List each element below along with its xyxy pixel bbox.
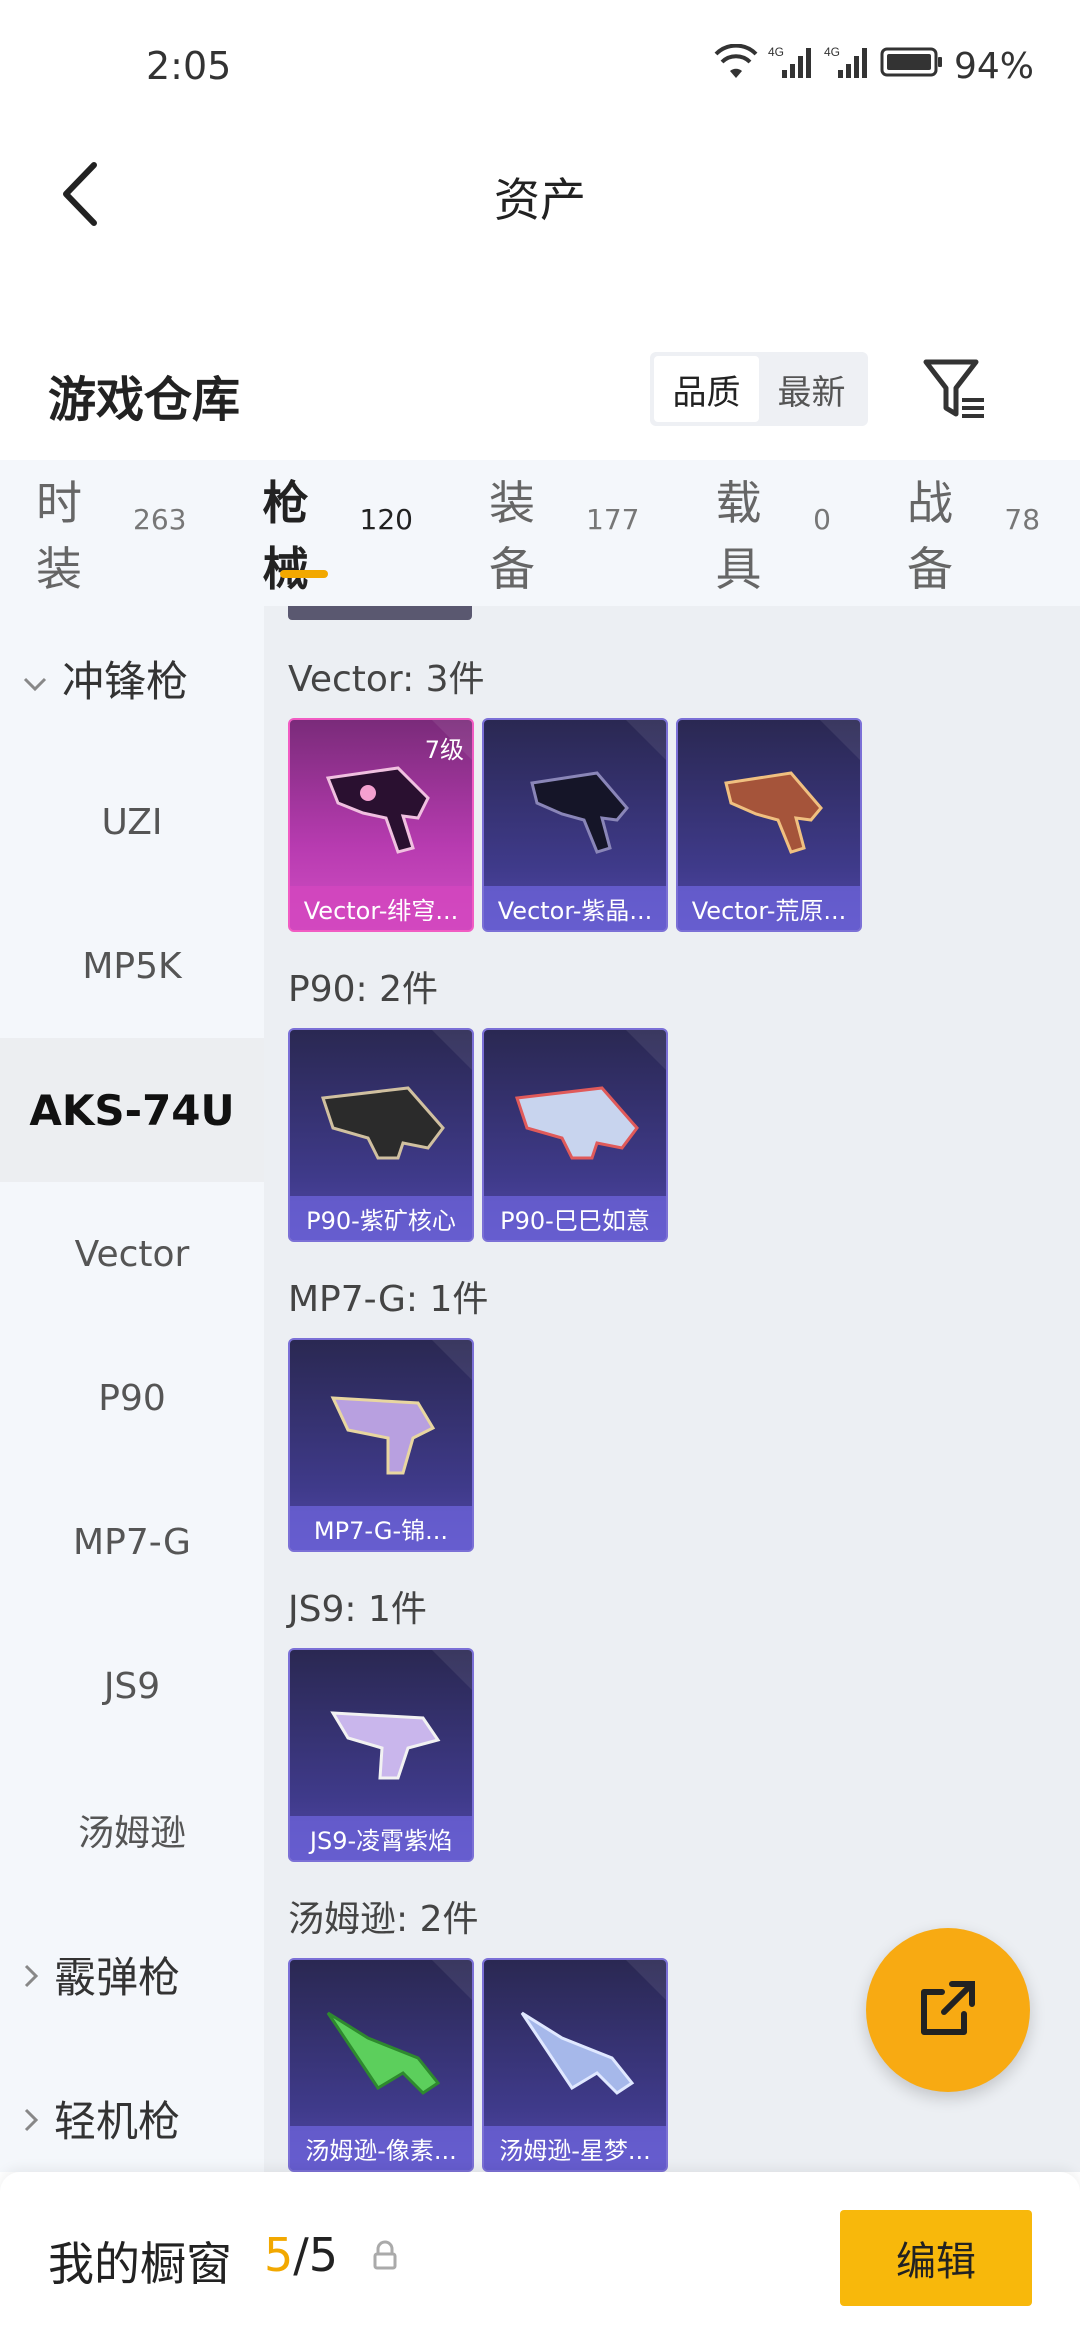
lock-icon <box>370 2240 400 2270</box>
showcase-max: 5 <box>308 2228 339 2282</box>
sidebar-item-p90[interactable]: P90 <box>0 1326 264 1470</box>
skin-name: MP7-G-锦... <box>290 1506 472 1550</box>
tab-label: 载具 <box>715 476 762 596</box>
warehouse-title: 游戏仓库 <box>48 372 241 428</box>
tab-count: 0 <box>813 502 831 536</box>
top-bar: 资产 <box>0 130 1080 260</box>
tab-label: 时装 <box>36 476 82 596</box>
vector-skin-image <box>724 771 823 854</box>
sidebar-item-thompson[interactable]: 汤姆逊 <box>0 1758 264 1902</box>
category-tabs: 时装 263 枪械 120 装备 177 载具 0 战备 78 <box>0 460 1080 606</box>
chevron-right-icon <box>22 1950 40 1999</box>
showcase-count: 5/5 <box>264 2228 338 2282</box>
battery-percent: 94% <box>953 46 1034 87</box>
sort-quality-option[interactable]: 品质 <box>654 356 759 422</box>
tab-count: 177 <box>586 502 640 536</box>
group-title-vector: Vector: 3件 <box>288 659 485 700</box>
showcase-title: 我的橱窗 <box>48 2237 232 2291</box>
sidebar-group-label: 轻机枪 <box>54 2096 181 2146</box>
sidebar-item-mp7g[interactable]: MP7-G <box>0 1470 264 1614</box>
group-title-p90: P90: 2件 <box>288 969 438 1010</box>
sidebar-item-aks74u[interactable]: AKS-74U <box>0 1038 264 1182</box>
tab-vehicles[interactable]: 载具 0 <box>679 460 871 606</box>
tab-label: 枪械 <box>262 476 309 596</box>
filter-icon <box>918 359 994 432</box>
tab-label: 装备 <box>488 476 535 596</box>
skin-card[interactable]: Vector-荒原... <box>676 718 862 932</box>
skin-name: JS9-凌霄紫焰 <box>290 1816 472 1860</box>
warehouse-header: 游戏仓库 品质 最新 <box>0 330 1080 460</box>
thompson-skin-image <box>326 2011 441 2095</box>
tab-count: 263 <box>133 502 187 536</box>
group-title-thompson: 汤姆逊: 2件 <box>288 1899 479 1940</box>
tab-count: 78 <box>1004 502 1041 536</box>
thompson-skin-image <box>520 2011 635 2095</box>
skin-name: P90-巳巳如意 <box>484 1196 666 1240</box>
group-title-mp7g: MP7-G: 1件 <box>288 1279 489 1320</box>
skin-card[interactable]: 汤姆逊-像素... <box>288 1958 474 2172</box>
skin-name: P90-紫矿核心 <box>290 1196 472 1240</box>
signal-icon-2: 4G <box>824 44 870 89</box>
tab-firearms[interactable]: 枪械 120 <box>226 460 452 606</box>
edit-button[interactable]: 编辑 <box>840 2210 1032 2306</box>
share-icon <box>916 1976 980 2044</box>
sort-newest-option[interactable]: 最新 <box>759 356 864 422</box>
skin-name: Vector-荒原... <box>678 886 860 930</box>
active-tab-indicator <box>280 570 328 578</box>
skin-card[interactable]: P90-紫矿核心 <box>288 1028 474 1242</box>
sidebar-item-mp5k[interactable]: MP5K <box>0 894 264 1038</box>
skin-card[interactable]: 汤姆逊-星梦... <box>482 1958 668 2172</box>
tab-fashion[interactable]: 时装 263 <box>0 460 226 606</box>
vector-skin-image <box>325 766 430 854</box>
vector-skin-image <box>530 771 629 854</box>
page-title: 资产 <box>494 173 586 227</box>
tab-equipment[interactable]: 装备 177 <box>453 460 679 606</box>
skin-card[interactable]: Vector-紫晶... <box>482 718 668 932</box>
wifi-icon <box>714 43 758 89</box>
sidebar-group-smg[interactable]: 冲锋枪 <box>0 606 264 750</box>
network-type-2: 4G <box>824 45 840 59</box>
mp7g-skin-image <box>330 1396 436 1475</box>
filter-button[interactable] <box>918 352 994 428</box>
share-button[interactable] <box>866 1928 1030 2092</box>
p90-skin-image <box>514 1086 639 1160</box>
chevron-right-icon <box>22 2094 40 2143</box>
p90-skin-image <box>320 1086 445 1160</box>
weapon-category-sidebar: 冲锋枪 UZI MP5K AKS-74U Vector P90 MP7-G JS… <box>0 606 264 2172</box>
showcase-separator: / <box>293 2228 309 2282</box>
tab-count: 120 <box>359 502 413 536</box>
network-type-1: 4G <box>768 45 784 59</box>
showcase-bar: 我的橱窗 5/5 编辑 <box>0 2172 1080 2340</box>
skin-card[interactable]: JS9-凌霄紫焰 <box>288 1648 474 1862</box>
skin-card[interactable]: 7级 Vector-绯穹... <box>288 718 474 932</box>
skin-name: 汤姆逊-星梦... <box>484 2126 666 2170</box>
battery-icon <box>880 45 944 88</box>
previous-card-edge <box>288 606 472 620</box>
sidebar-group-lmg[interactable]: 轻机枪 <box>0 2046 264 2190</box>
skin-name: Vector-绯穹... <box>290 886 472 930</box>
sort-toggle: 品质 最新 <box>650 352 868 426</box>
sidebar-group-shotgun[interactable]: 霰弹枪 <box>0 1902 264 2046</box>
sidebar-group-label: 霰弹枪 <box>54 1952 181 2002</box>
skin-name: Vector-紫晶... <box>484 886 666 930</box>
status-bar: 2:05 4G 4G 94% <box>0 0 1080 130</box>
status-time: 2:05 <box>146 44 232 88</box>
skin-name: 汤姆逊-像素... <box>290 2126 472 2170</box>
sidebar-item-uzi[interactable]: UZI <box>0 750 264 894</box>
skin-card[interactable]: MP7-G-锦... <box>288 1338 474 1552</box>
skin-card[interactable]: P90-巳巳如意 <box>482 1028 668 1242</box>
status-icons: 4G 4G 94% <box>714 43 1034 89</box>
sidebar-item-js9[interactable]: JS9 <box>0 1614 264 1758</box>
chevron-down-icon <box>22 654 48 703</box>
tab-supplies[interactable]: 战备 78 <box>871 460 1080 606</box>
sidebar-group-label: 冲锋枪 <box>62 656 189 706</box>
js9-skin-image <box>330 1711 441 1780</box>
showcase-current: 5 <box>264 2228 294 2282</box>
group-title-js9: JS9: 1件 <box>288 1589 427 1630</box>
tab-label: 战备 <box>907 476 953 596</box>
signal-icon: 4G <box>768 44 814 89</box>
sidebar-item-vector[interactable]: Vector <box>0 1182 264 1326</box>
